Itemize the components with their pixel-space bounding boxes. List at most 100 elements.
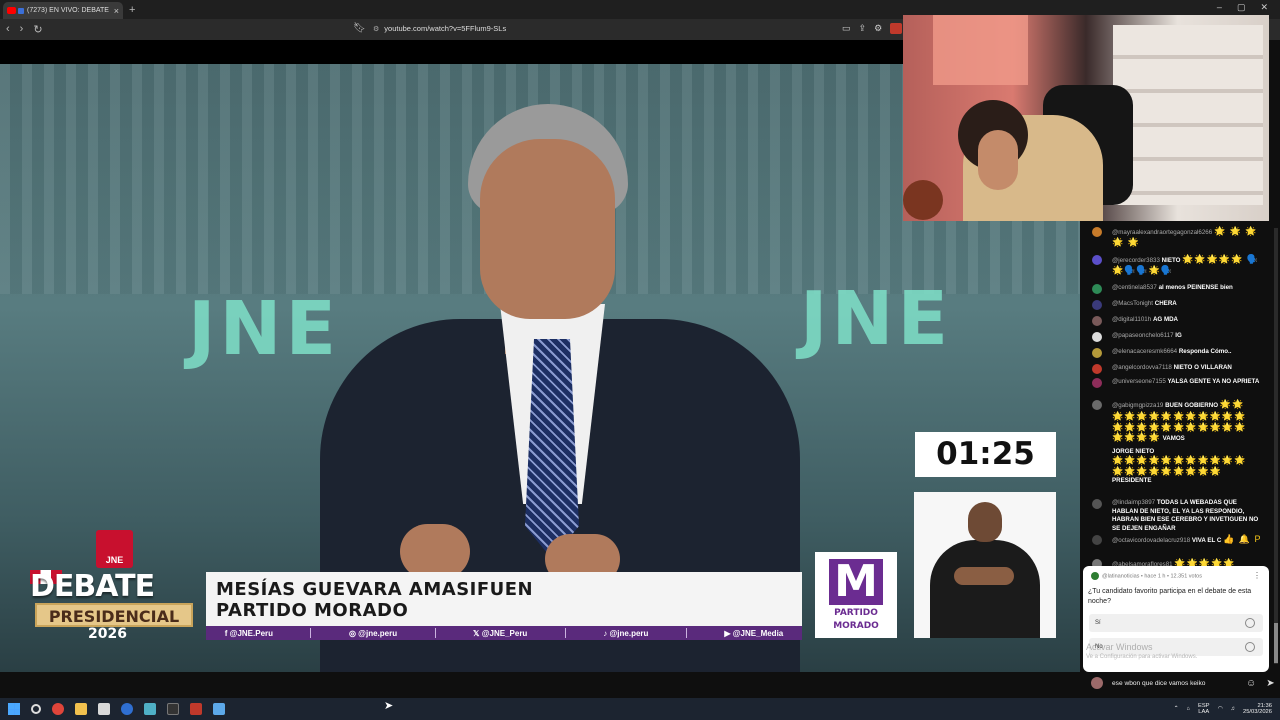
channel-avatar	[1091, 572, 1099, 580]
wifi-icon[interactable]: ◠	[1218, 706, 1223, 712]
youtube-handle: ▶ @JNE_Media	[724, 628, 784, 638]
network-icon[interactable]: ⌂	[1186, 706, 1190, 712]
interpreter-body	[930, 540, 1040, 638]
party-logo-text-2: MORADO	[833, 621, 879, 631]
bookmark-icon[interactable]: 🔖︎	[353, 23, 366, 34]
avatar[interactable]	[1092, 348, 1102, 358]
chat-message-continued: 🌟🌟🌟🌟🌟🌟🌟🌟🌟🌟🌟🌟🌟🌟🌟🌟🌟🌟🌟🌟 PRESIDENTE	[1112, 455, 1247, 485]
taskbar-apps	[8, 703, 225, 715]
avatar[interactable]	[1092, 300, 1102, 310]
facebook-icon: f	[224, 628, 228, 638]
avatar[interactable]	[1092, 535, 1102, 545]
emoji: 👍 🔔 P	[1223, 534, 1262, 544]
chat-message: @jerecorder3833 NIETO 🌟🌟🌟🌟🌟 🗣️🌟🗣️🗣️🌟🗣️	[1092, 255, 1262, 276]
tab-youtube[interactable]: (7273) EN VIVO: DEBATE PRE ×	[3, 2, 123, 19]
url-field[interactable]: ⚙︎ youtube.com/watch?v=5FFlum9-SLs	[373, 24, 506, 33]
speaker-name: MESÍAS GUEVARA AMASIFUEN	[216, 579, 534, 600]
facebook-handle: f @JNE.Peru	[224, 628, 274, 638]
chat-scrollbar[interactable]	[1274, 228, 1278, 664]
streamer-arm	[978, 130, 1018, 190]
chat-message: @universeone7155 YALSA GENTE YA NO APRIE…	[1092, 378, 1262, 388]
chat-message: @elenacaceresmk6664 Responda Cómo..	[1092, 348, 1262, 358]
chat-input[interactable]: ese wbon que dice vamos keiko	[1112, 680, 1224, 687]
recording-app-icon[interactable]	[190, 703, 202, 715]
streamer-webcam	[903, 15, 1269, 221]
speaker-nameplate: MESÍAS GUEVARA AMASIFUEN PARTIDO MORADO	[206, 572, 802, 626]
settings-icon[interactable]: ⚙︎	[874, 23, 882, 34]
emoji-picker-icon[interactable]: ☺	[1246, 678, 1256, 689]
clock[interactable]: 21:36 25/03/2026	[1243, 703, 1272, 716]
toolbar-icons: ▭ ⇪ ⚙︎	[842, 23, 903, 34]
chat-message: @angelcordovva7118 NIETO O VILLARAN	[1092, 364, 1262, 374]
chat-message: @lindaimp3897 TODAS LA WEBADAS QUE HABLA…	[1092, 499, 1262, 533]
store-icon[interactable]	[98, 703, 110, 715]
party-logo-letter: M	[829, 559, 883, 605]
volume-icon[interactable]: ♫	[1231, 706, 1235, 712]
forward-icon[interactable]: ›	[20, 23, 24, 36]
party-logo: M PARTIDO MORADO	[815, 552, 897, 638]
chat-input-bar: ese wbon que dice vamos keiko ☺ ➤	[1083, 672, 1280, 694]
app-icon[interactable]	[121, 703, 133, 715]
tab-title: (7273) EN VIVO: DEBATE PRE	[27, 7, 111, 14]
divider	[685, 628, 687, 638]
new-tab-button[interactable]: +	[129, 4, 135, 16]
chevron-up-icon[interactable]: ⌃	[1174, 706, 1179, 712]
scrollbar-thumb[interactable]	[1274, 623, 1278, 663]
avatar[interactable]	[1092, 255, 1102, 265]
avatar[interactable]	[1092, 364, 1102, 374]
avatar[interactable]	[1092, 378, 1102, 388]
obs-icon[interactable]	[213, 703, 225, 715]
minimize-icon[interactable]: –	[1217, 2, 1222, 13]
send-icon[interactable]: ➤	[1266, 678, 1274, 689]
jne-badge: JNE	[96, 530, 133, 568]
webcam-bowl	[903, 180, 943, 220]
notepad-icon[interactable]	[144, 703, 156, 715]
party-logo-text-1: PARTIDO	[834, 608, 878, 618]
brave-browser-icon[interactable]	[52, 703, 64, 715]
system-tray: ⌃ ⌂ ESP LAA ◠ ♫ 21:36 25/03/2026	[1174, 698, 1272, 720]
debate-year: 2026	[88, 626, 127, 642]
avatar[interactable]	[1092, 499, 1102, 509]
close-tab-icon[interactable]: ×	[114, 6, 119, 16]
cast-icon[interactable]: ▭	[842, 23, 851, 34]
screen: { "browser": { "tab_title": "(7273) EN V…	[0, 0, 1280, 720]
tiktok-icon: ♪	[603, 628, 608, 638]
avatar[interactable]	[1092, 316, 1102, 326]
url-text: youtube.com/watch?v=5FFlum9-SLs	[384, 24, 507, 33]
poll-header: @latinanoticias • hace 1 h • 12.351 voto…	[1091, 572, 1202, 580]
x-icon: 𝕏	[473, 628, 480, 638]
speaker-face	[480, 139, 615, 319]
language-indicator[interactable]: ESP LAA	[1198, 703, 1210, 716]
search-icon[interactable]	[31, 704, 41, 714]
extension-icon[interactable]	[890, 23, 903, 34]
more-options-icon[interactable]: ⋮	[1253, 571, 1261, 580]
site-info-icon[interactable]: ⚙︎	[373, 25, 379, 33]
windows-start-icon[interactable]	[8, 703, 20, 715]
reload-icon[interactable]: ↻	[33, 23, 42, 36]
star-emoji: 🌟🌟	[1219, 399, 1245, 409]
share-icon[interactable]: ⇪	[859, 23, 867, 34]
instagram-icon: ◎	[348, 628, 356, 638]
radio-icon[interactable]	[1245, 642, 1255, 652]
divider	[564, 628, 566, 638]
file-explorer-icon[interactable]	[75, 703, 87, 715]
terminal-icon[interactable]	[167, 703, 179, 715]
chat-message: @octavicordovadelacruz918 VIVA EL C 👍 🔔 …	[1092, 535, 1262, 546]
speaker-party: PARTIDO MORADO	[216, 600, 409, 621]
interpreter-head	[968, 502, 1002, 542]
maximize-icon[interactable]: ▢	[1237, 2, 1246, 13]
star-emoji: 🌟🌟🌟🌟🌟🌟🌟🌟🌟🌟🌟🌟🌟🌟🌟🌟🌟🌟🌟🌟	[1112, 455, 1247, 476]
chat-message: @gabigmgpizza19 BUEN GOBIERNO 🌟🌟	[1092, 400, 1262, 411]
chat-message: @MacsTonight CHERA	[1092, 300, 1262, 310]
poll-option-yes[interactable]: Sí	[1089, 614, 1263, 632]
webcam-light	[933, 15, 1028, 85]
avatar[interactable]	[1092, 227, 1102, 237]
avatar[interactable]	[1092, 332, 1102, 342]
radio-icon[interactable]	[1245, 618, 1255, 628]
chat-message: @digital1101h AG MDA	[1092, 316, 1262, 326]
avatar[interactable]	[1092, 400, 1102, 410]
tiktok-handle: ♪ @jne.peru	[603, 628, 649, 638]
back-icon[interactable]: ‹	[6, 23, 10, 36]
avatar[interactable]	[1092, 284, 1102, 294]
close-window-icon[interactable]: ✕	[1260, 2, 1268, 13]
